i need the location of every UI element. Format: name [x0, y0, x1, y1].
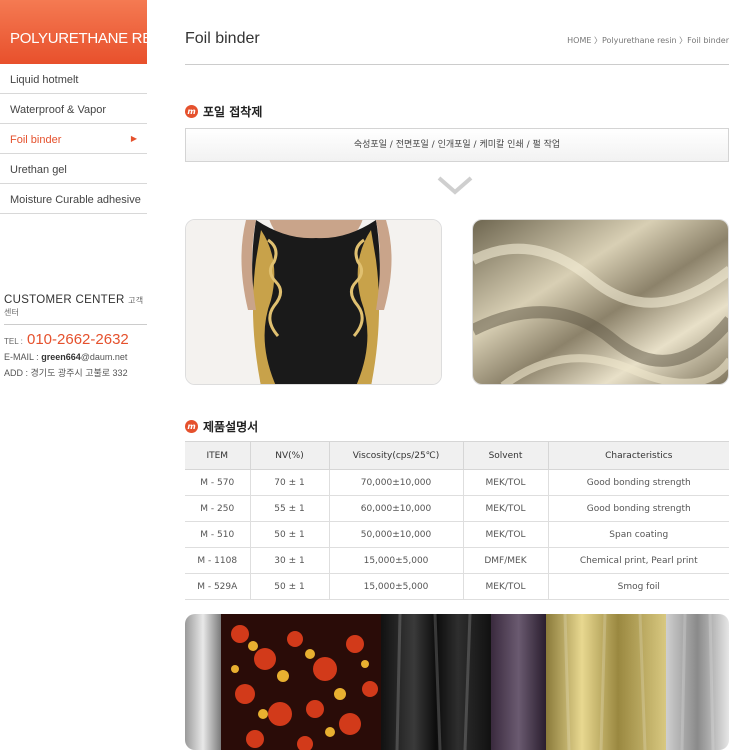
column-header: NV(%)	[249, 441, 330, 470]
customer-center-title: CUSTOMER CENTER 고객센터	[4, 294, 147, 325]
table-cell: Smog foil	[547, 573, 729, 600]
table-cell: Good bonding strength	[547, 495, 729, 522]
sidebar-item-label: Waterproof & Vapor	[10, 104, 106, 116]
customer-center-heading: CUSTOMER CENTER	[4, 294, 125, 306]
sidebar-item-urethan-gel[interactable]: Urethan gel	[0, 154, 147, 184]
sidebar: POLYURETHANE RESIN Liquid hotmelt Waterp…	[0, 0, 176, 214]
sidebar-item-label: Foil binder	[10, 134, 62, 146]
spec-table: ITEM NV(%) Viscosity(cps/25℃) Solvent Ch…	[185, 441, 729, 600]
table-row: M - 570 70 ± 1 70,000±10,000 MEK/TOL Goo…	[185, 469, 729, 496]
email-user[interactable]: green664	[41, 352, 81, 362]
column-header: ITEM	[185, 441, 251, 470]
title-divider	[185, 64, 729, 65]
table-cell: M - 529A	[185, 573, 251, 600]
table-cell: 70,000±10,000	[328, 469, 464, 496]
table-cell: M - 570	[185, 469, 251, 496]
m-logo-icon: m	[185, 105, 198, 118]
gold-foil-fabric-photo	[472, 219, 729, 385]
m-logo-icon: m	[185, 420, 198, 433]
sidebar-item-label: Urethan gel	[10, 164, 67, 176]
triangle-right-icon: ▶	[130, 134, 137, 143]
table-cell: 15,000±5,000	[328, 547, 464, 574]
sidebar-item-foil-binder[interactable]: Foil binder ▶	[0, 124, 147, 154]
table-header-row: ITEM NV(%) Viscosity(cps/25℃) Solvent Ch…	[185, 441, 729, 470]
breadcrumb[interactable]: HOME 〉Polyurethane resin 〉Foil binder	[567, 35, 729, 46]
table-cell: 55 ± 1	[249, 495, 330, 522]
table-cell: Good bonding strength	[547, 469, 729, 496]
table-cell: M - 510	[185, 521, 251, 548]
column-header: Characteristics	[547, 441, 729, 470]
section-heading-spec: m 제품설명서	[185, 418, 258, 435]
table-cell: 15,000±5,000	[328, 573, 464, 600]
table-row: M - 510 50 ± 1 50,000±10,000 MEK/TOL Spa…	[185, 521, 729, 548]
section-heading-foil: m 포일 접착제	[185, 103, 262, 120]
table-cell: MEK/TOL	[462, 495, 549, 522]
table-cell: DMF/MEK	[462, 547, 549, 574]
table-cell: M - 250	[185, 495, 251, 522]
sidebar-item-label: Liquid hotmelt	[10, 74, 79, 86]
column-header: Solvent	[462, 441, 549, 470]
table-cell: MEK/TOL	[462, 573, 549, 600]
sidebar-item-waterproof[interactable]: Waterproof & Vapor	[0, 94, 147, 124]
table-cell: 50 ± 1	[249, 521, 330, 548]
section-title: 제품설명서	[203, 420, 259, 434]
table-cell: 60,000±10,000	[328, 495, 464, 522]
table-row: M - 1108 30 ± 1 15,000±5,000 DMF/MEK Che…	[185, 547, 729, 574]
email-line: E-MAIL : green664@daum.net	[4, 352, 147, 362]
table-cell: Span coating	[547, 521, 729, 548]
table-row: M - 250 55 ± 1 60,000±10,000 MEK/TOL Goo…	[185, 495, 729, 522]
fabric-samples-banner	[185, 614, 729, 750]
table-cell: M - 1108	[185, 547, 251, 574]
address-value: 경기도 광주시 고불로 332	[30, 368, 128, 378]
email-domain[interactable]: @daum.net	[81, 352, 128, 362]
table-cell: 70 ± 1	[249, 469, 330, 496]
table-cell: MEK/TOL	[462, 521, 549, 548]
sidebar-item-label: Moisture Curable adhesive	[10, 194, 141, 206]
address-line: ADD : 경기도 광주시 고불로 332	[4, 366, 147, 379]
customer-center: CUSTOMER CENTER 고객센터 TEL : 010-2662-2632…	[4, 294, 147, 379]
table-cell: 50,000±10,000	[328, 521, 464, 548]
phone-number[interactable]: 010-2662-2632	[27, 331, 129, 348]
sidebar-item-liquid-hotmelt[interactable]: Liquid hotmelt	[0, 64, 147, 94]
table-cell: 30 ± 1	[249, 547, 330, 574]
address-label: ADD :	[4, 368, 29, 378]
phone-line: TEL : 010-2662-2632	[4, 331, 147, 348]
sidebar-banner-title: POLYURETHANE RESIN	[0, 0, 176, 64]
table-cell: MEK/TOL	[462, 469, 549, 496]
table-cell: 50 ± 1	[249, 573, 330, 600]
column-header: Viscosity(cps/25℃)	[328, 441, 464, 470]
dress-photo	[185, 219, 442, 385]
phone-label: TEL :	[4, 337, 23, 346]
table-cell: Chemical print, Pearl print	[547, 547, 729, 574]
table-row: M - 529A 50 ± 1 15,000±5,000 MEK/TOL Smo…	[185, 573, 729, 600]
feature-list-box: 숙성포일 / 전면포일 / 인개포일 / 케미칼 인쇄 / 펄 작업	[185, 128, 729, 162]
page-title: Foil binder	[185, 30, 260, 47]
email-label: E-MAIL :	[4, 352, 39, 362]
sidebar-item-moisture-curable[interactable]: Moisture Curable adhesive	[0, 184, 147, 214]
chevron-down-icon	[437, 176, 473, 195]
section-title: 포일 접착제	[203, 105, 263, 119]
